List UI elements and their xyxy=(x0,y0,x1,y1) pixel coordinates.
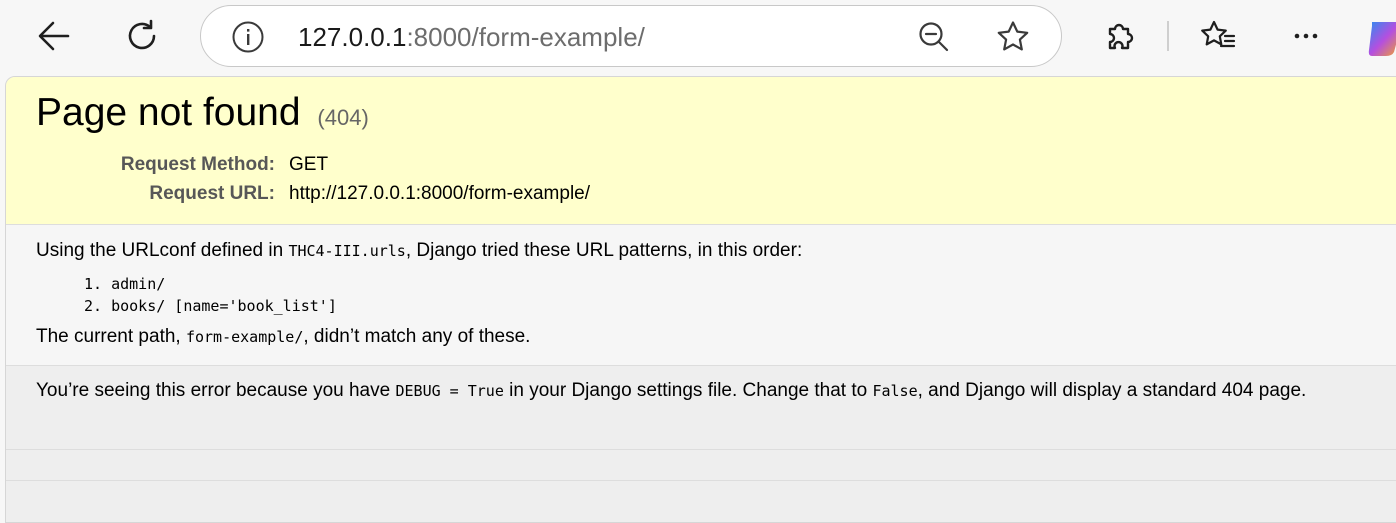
urlconf-name: THC4-III.urls xyxy=(288,242,406,260)
url-text[interactable]: 127.0.0.1:8000/form-example/ xyxy=(298,21,645,53)
extensions-icon xyxy=(1108,23,1134,50)
copilot-button[interactable] xyxy=(1366,18,1396,58)
copilot-icon xyxy=(1368,22,1396,56)
error-title: Page not found xyxy=(36,91,301,134)
current-path-text: The current path, xyxy=(36,326,186,347)
favorite-star-icon[interactable] xyxy=(995,19,1031,55)
back-button[interactable] xyxy=(32,14,76,58)
page-viewport: Page not found (404) Request Method: GET… xyxy=(5,76,1396,523)
debug-setting: DEBUG = True xyxy=(395,382,504,400)
intro-text: Using the URLconf defined in xyxy=(36,240,289,261)
debug-text-mid: in your Django settings file. Change tha… xyxy=(503,380,873,401)
browser-toolbar: 127.0.0.1:8000/form-example/ xyxy=(0,0,1396,76)
debug-text: You’re seeing this error because you hav… xyxy=(36,380,396,401)
refresh-icon xyxy=(128,19,156,50)
status-code: (404) xyxy=(317,105,369,130)
toolbar-divider xyxy=(1167,21,1169,51)
extensions-button[interactable] xyxy=(1098,14,1142,58)
zoom-out-icon[interactable] xyxy=(917,20,951,54)
page-title: Page not found (404) xyxy=(36,91,369,135)
url-pattern-list: 1. admin/ 2. books/ [name='book_list'] xyxy=(84,273,337,317)
request-url-value: http://127.0.0.1:8000/form-example/ xyxy=(289,183,591,204)
request-method-label: Request Method: xyxy=(120,154,275,175)
more-menu-button[interactable] xyxy=(1284,14,1328,58)
request-method-value: GET xyxy=(289,154,329,175)
favorites-list-icon xyxy=(1201,20,1236,48)
current-path: form-example/ xyxy=(185,328,304,346)
debug-note: You’re seeing this error because you hav… xyxy=(36,380,1306,402)
refresh-button[interactable] xyxy=(120,14,164,58)
url-host: 127.0.0.1 xyxy=(298,22,407,52)
request-url-label: Request URL: xyxy=(149,183,275,204)
url-pattern-item: 2. books/ [name='book_list'] xyxy=(84,297,337,315)
error-summary: Page not found (404) Request Method: GET… xyxy=(6,77,1396,225)
more-menu-icon xyxy=(1294,33,1318,39)
false-value: False xyxy=(872,382,918,400)
intro-text-end: , Django tried these URL patterns, in th… xyxy=(405,240,803,261)
address-bar[interactable]: 127.0.0.1:8000/form-example/ xyxy=(200,5,1062,67)
site-info-icon[interactable] xyxy=(231,20,265,54)
back-arrow-icon xyxy=(38,21,70,51)
current-path-note: The current path, form-example/, didn’t … xyxy=(36,326,530,348)
url-patterns-info: Using the URLconf defined in THC4-III.ur… xyxy=(6,225,1396,366)
debug-explanation: You’re seeing this error because you hav… xyxy=(6,366,1396,450)
url-path: :8000/form-example/ xyxy=(406,22,645,52)
current-path-text-end: , didn’t match any of these. xyxy=(303,326,531,347)
empty-band xyxy=(6,450,1396,481)
url-pattern-item: 1. admin/ xyxy=(84,275,166,293)
debug-text-end: , and Django will display a standard 404… xyxy=(917,380,1307,401)
favorites-button[interactable] xyxy=(1196,14,1240,58)
urlconf-intro: Using the URLconf defined in THC4-III.ur… xyxy=(36,240,802,262)
